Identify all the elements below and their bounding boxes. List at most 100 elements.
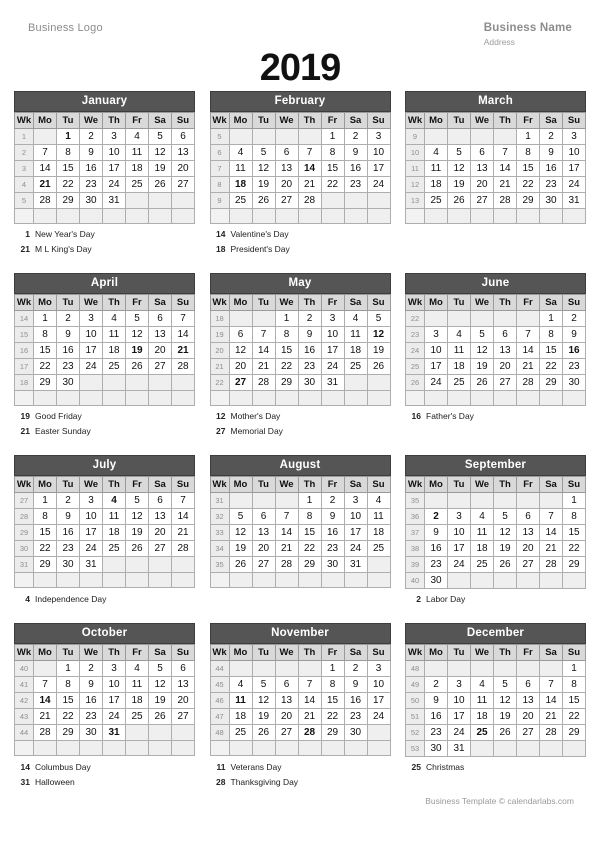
- calendar-day-cell[interactable]: 11: [470, 524, 494, 541]
- calendar-day-cell[interactable]: 16: [56, 342, 80, 359]
- calendar-day-cell[interactable]: 9: [424, 692, 448, 709]
- calendar-day-cell[interactable]: 31: [562, 192, 586, 209]
- calendar-day-cell-holiday[interactable]: 14: [33, 692, 57, 709]
- calendar-day-cell[interactable]: 20: [228, 358, 253, 375]
- calendar-day-cell[interactable]: 11: [102, 326, 126, 343]
- calendar-day-cell[interactable]: 8: [56, 676, 80, 693]
- calendar-day-cell[interactable]: 28: [251, 374, 276, 391]
- calendar-day-cell[interactable]: 26: [447, 192, 471, 209]
- calendar-day-cell[interactable]: 22: [297, 540, 322, 557]
- calendar-day-cell[interactable]: 28: [516, 374, 540, 391]
- calendar-day-cell[interactable]: 7: [539, 508, 563, 525]
- calendar-day-cell[interactable]: 15: [56, 160, 80, 177]
- calendar-day-cell[interactable]: 9: [343, 144, 368, 161]
- calendar-day-cell[interactable]: 2: [424, 676, 448, 693]
- calendar-day-cell[interactable]: 18: [102, 342, 126, 359]
- calendar-day-cell[interactable]: 23: [343, 708, 368, 725]
- calendar-day-cell[interactable]: 6: [516, 676, 540, 693]
- calendar-day-cell[interactable]: 8: [320, 676, 345, 693]
- calendar-day-cell[interactable]: 7: [493, 144, 517, 161]
- calendar-day-cell[interactable]: 26: [251, 724, 276, 741]
- calendar-day-cell[interactable]: 13: [516, 692, 540, 709]
- calendar-day-cell[interactable]: 1: [274, 310, 299, 327]
- calendar-day-cell[interactable]: 3: [102, 660, 126, 677]
- calendar-day-cell[interactable]: 21: [539, 540, 563, 557]
- calendar-day-cell[interactable]: 6: [470, 144, 494, 161]
- calendar-day-cell[interactable]: 8: [562, 508, 586, 525]
- calendar-day-cell[interactable]: 27: [274, 724, 299, 741]
- calendar-day-cell[interactable]: 19: [366, 342, 391, 359]
- calendar-day-cell[interactable]: 4: [366, 492, 391, 509]
- calendar-day-cell[interactable]: 6: [274, 676, 299, 693]
- calendar-day-cell[interactable]: 21: [297, 708, 322, 725]
- calendar-day-cell[interactable]: 19: [125, 524, 149, 541]
- calendar-day-cell[interactable]: 29: [33, 556, 57, 573]
- calendar-day-cell-holiday[interactable]: 19: [125, 342, 149, 359]
- calendar-day-cell[interactable]: 22: [33, 358, 57, 375]
- calendar-day-cell[interactable]: 19: [447, 176, 471, 193]
- calendar-day-cell[interactable]: 24: [79, 540, 103, 557]
- calendar-day-cell-holiday[interactable]: 11: [228, 692, 253, 709]
- calendar-day-cell[interactable]: 1: [516, 128, 540, 145]
- calendar-day-cell[interactable]: 14: [33, 160, 57, 177]
- calendar-day-cell[interactable]: 15: [33, 524, 57, 541]
- calendar-day-cell[interactable]: 28: [33, 192, 57, 209]
- calendar-day-cell[interactable]: 26: [125, 540, 149, 557]
- calendar-day-cell[interactable]: 6: [493, 326, 517, 343]
- calendar-day-cell[interactable]: 4: [424, 144, 448, 161]
- calendar-day-cell[interactable]: 4: [470, 676, 494, 693]
- calendar-day-cell-holiday[interactable]: 2: [424, 508, 448, 525]
- calendar-day-cell[interactable]: 9: [79, 144, 103, 161]
- calendar-day-cell[interactable]: 3: [447, 676, 471, 693]
- calendar-day-cell[interactable]: 11: [447, 342, 471, 359]
- calendar-day-cell[interactable]: 8: [56, 144, 80, 161]
- calendar-day-cell-holiday[interactable]: 16: [562, 342, 586, 359]
- calendar-day-cell[interactable]: 31: [102, 192, 126, 209]
- calendar-day-cell[interactable]: 1: [297, 492, 322, 509]
- calendar-day-cell[interactable]: 25: [447, 374, 471, 391]
- calendar-day-cell[interactable]: 9: [539, 144, 563, 161]
- calendar-day-cell[interactable]: 7: [297, 676, 322, 693]
- calendar-day-cell[interactable]: 5: [148, 128, 172, 145]
- calendar-day-cell[interactable]: 30: [297, 374, 322, 391]
- calendar-day-cell[interactable]: 29: [56, 724, 80, 741]
- calendar-day-cell[interactable]: 12: [228, 524, 253, 541]
- calendar-day-cell[interactable]: 15: [539, 342, 563, 359]
- calendar-day-cell[interactable]: 3: [562, 128, 586, 145]
- calendar-day-cell[interactable]: 9: [343, 676, 368, 693]
- calendar-day-cell[interactable]: 6: [228, 326, 253, 343]
- calendar-day-cell-holiday[interactable]: 27: [228, 374, 253, 391]
- calendar-day-cell[interactable]: 24: [320, 358, 345, 375]
- calendar-day-cell[interactable]: 16: [343, 160, 368, 177]
- calendar-day-cell[interactable]: 25: [343, 358, 368, 375]
- calendar-day-cell[interactable]: 28: [274, 556, 299, 573]
- calendar-day-cell[interactable]: 1: [56, 660, 80, 677]
- calendar-day-cell-holiday[interactable]: 4: [102, 492, 126, 509]
- calendar-day-cell[interactable]: 25: [228, 724, 253, 741]
- calendar-day-cell[interactable]: 2: [343, 660, 368, 677]
- calendar-day-cell[interactable]: 29: [297, 556, 322, 573]
- calendar-day-cell[interactable]: 27: [148, 540, 172, 557]
- calendar-day-cell[interactable]: 15: [320, 692, 345, 709]
- calendar-day-cell[interactable]: 30: [56, 556, 80, 573]
- calendar-day-cell[interactable]: 25: [125, 176, 149, 193]
- calendar-day-cell[interactable]: 21: [274, 540, 299, 557]
- calendar-day-cell[interactable]: 30: [424, 572, 448, 589]
- calendar-day-cell[interactable]: 28: [297, 192, 322, 209]
- calendar-day-cell[interactable]: 1: [562, 492, 586, 509]
- calendar-day-cell[interactable]: 24: [366, 176, 391, 193]
- calendar-day-cell[interactable]: 2: [56, 492, 80, 509]
- calendar-day-cell[interactable]: 30: [424, 740, 448, 757]
- calendar-day-cell[interactable]: 26: [493, 556, 517, 573]
- calendar-day-cell[interactable]: 21: [171, 524, 195, 541]
- calendar-day-cell[interactable]: 5: [251, 676, 276, 693]
- calendar-day-cell[interactable]: 17: [366, 160, 391, 177]
- calendar-day-cell[interactable]: 13: [274, 692, 299, 709]
- calendar-day-cell[interactable]: 25: [228, 192, 253, 209]
- calendar-day-cell[interactable]: 25: [424, 192, 448, 209]
- calendar-day-cell[interactable]: 20: [148, 342, 172, 359]
- calendar-day-cell[interactable]: 8: [33, 326, 57, 343]
- calendar-day-cell[interactable]: 20: [470, 176, 494, 193]
- calendar-day-cell[interactable]: 23: [539, 176, 563, 193]
- calendar-day-cell[interactable]: 3: [447, 508, 471, 525]
